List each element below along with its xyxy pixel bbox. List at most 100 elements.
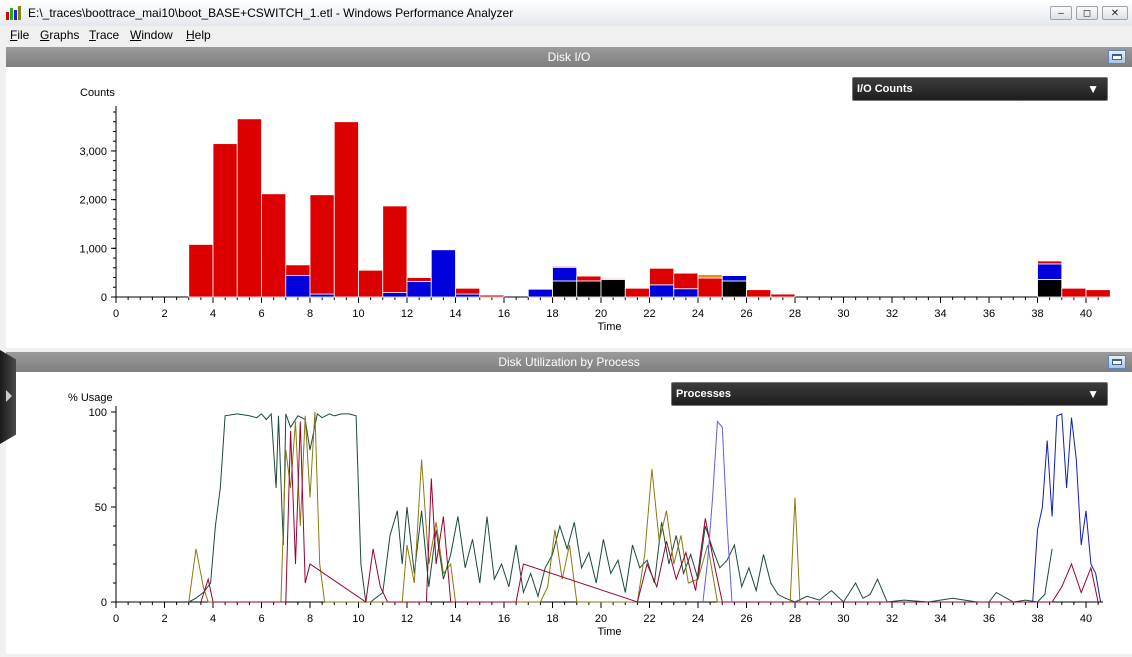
menu-window[interactable]: Window — [130, 28, 173, 42]
x-tick-label: 24 — [692, 308, 704, 320]
x-tick-label: 22 — [643, 613, 655, 625]
x-tick-label: 32 — [886, 613, 898, 625]
io-counts-dropdown[interactable]: I/O Counts ▼ — [852, 77, 1108, 101]
x-tick-label: 30 — [837, 613, 849, 625]
x-tick-label: 16 — [498, 613, 510, 625]
window-title: E:\_traces\boottrace_mai10\boot_BASE+CSW… — [28, 6, 514, 20]
disk-util-title: Disk Utilization by Process — [498, 355, 640, 369]
maximize-panel-icon[interactable] — [1108, 355, 1126, 369]
bar — [188, 244, 214, 298]
bar — [697, 274, 723, 279]
bar — [721, 280, 747, 298]
bar — [236, 118, 262, 298]
side-panel-toggle[interactable] — [0, 350, 16, 444]
y-tick-label: 1,000 — [79, 243, 107, 255]
bar — [285, 264, 311, 276]
y-tick-label: 0 — [101, 597, 107, 609]
bar — [406, 281, 432, 298]
bar — [746, 289, 772, 298]
bar — [552, 280, 578, 298]
x-tick-label: 12 — [401, 613, 413, 625]
x-tick-label: 28 — [789, 613, 801, 625]
bar — [673, 288, 699, 298]
bar — [673, 272, 699, 290]
x-tick-label: 26 — [740, 308, 752, 320]
x-tick-label: 38 — [1031, 308, 1043, 320]
x-tick-label: 6 — [258, 613, 264, 625]
disk-util-panel-header: Disk Utilization by Process — [6, 352, 1132, 372]
disk-io-panel: 0 1,000 2,000 3,000 0 2 4 6 8 10 12 14 16 18 20 22 24 26 2… — [6, 67, 1132, 348]
x-tick-label: 22 — [643, 308, 655, 320]
bar — [455, 287, 481, 295]
x-tick-label: 0 — [113, 613, 119, 625]
disk-io-panel-header: Disk I/O — [6, 47, 1132, 67]
bar — [600, 278, 626, 280]
y-axis-label: Counts — [80, 87, 115, 99]
x-tick-label: 36 — [983, 308, 995, 320]
x-tick-label: 16 — [498, 308, 510, 320]
bar — [1061, 287, 1087, 298]
x-axis-label: Time — [597, 626, 621, 638]
bar — [382, 292, 408, 298]
menu-graphs[interactable]: Graphs — [40, 28, 79, 42]
x-tick-label: 14 — [449, 308, 461, 320]
x-tick-label: 30 — [837, 308, 849, 320]
title-bar[interactable]: E:\_traces\boottrace_mai10\boot_BASE+CSW… — [0, 0, 1132, 27]
bar — [649, 284, 675, 298]
x-tick-label: 14 — [449, 613, 461, 625]
x-tick-label: 34 — [934, 613, 946, 625]
series-line — [702, 420, 733, 603]
bar — [576, 275, 602, 282]
bar — [285, 275, 311, 298]
x-tick-label: 34 — [934, 308, 946, 320]
x-tick-label: 20 — [595, 613, 607, 625]
series-line — [200, 421, 1099, 603]
y-tick-label: 0 — [101, 292, 107, 304]
bar — [1037, 263, 1063, 280]
bar — [358, 269, 384, 298]
x-tick-label: 40 — [1080, 308, 1092, 320]
menu-help[interactable]: Help — [186, 28, 211, 42]
y-tick-label: 50 — [95, 502, 107, 514]
x-tick-label: 32 — [886, 308, 898, 320]
expand-arrow-icon — [6, 390, 12, 402]
menu-trace[interactable]: Trace — [89, 28, 119, 42]
x-tick-label: 24 — [692, 613, 704, 625]
x-tick-label: 4 — [210, 308, 216, 320]
x-tick-label: 18 — [546, 613, 558, 625]
x-axis-label: Time — [597, 321, 621, 333]
x-tick-label: 8 — [307, 613, 313, 625]
bar — [624, 287, 650, 298]
minimize-button[interactable]: ‒ — [1050, 6, 1072, 20]
bar — [309, 293, 335, 298]
disk-io-chart: 01,0002,0003,0000 2 4 6 8 10 12 14 16 18 20 22 24 26 2… — [79, 87, 1111, 333]
bar — [261, 193, 287, 298]
processes-dropdown[interactable]: Processes ▼ — [671, 382, 1108, 406]
x-tick-label: 2 — [161, 308, 167, 320]
close-button[interactable]: ✕ — [1102, 6, 1128, 20]
bar — [455, 293, 481, 298]
restore-button[interactable]: ◻ — [1076, 6, 1098, 20]
bar — [697, 277, 723, 298]
x-tick-label: 20 — [595, 308, 607, 320]
bar — [479, 294, 505, 298]
series-line — [1032, 413, 1102, 603]
bar — [382, 205, 408, 294]
disk-util-chart: 0501000 2 4 6 8 10 12 14 16 18 20 22 24 26 28 30 32 34 36 3… — [68, 392, 1103, 638]
disk-io-title: Disk I/O — [547, 50, 591, 64]
y-axis-label: % Usage — [68, 392, 113, 404]
menu-file[interactable]: File — [10, 28, 29, 42]
disk-util-panel: 0 50 100 0 2 4 6 8 10 12 14 16 18 20 22 24 26 28 30 32 34 36 3… — [6, 372, 1132, 654]
bar — [770, 293, 796, 298]
bar — [1037, 279, 1063, 298]
maximize-panel-icon[interactable] — [1108, 50, 1126, 64]
bar — [430, 249, 456, 298]
x-tick-label: 6 — [258, 308, 264, 320]
series-line — [370, 506, 1053, 603]
dropdown-arrow-icon: ▼ — [1087, 82, 1099, 96]
x-tick-label: 4 — [210, 613, 216, 625]
bar — [1085, 289, 1111, 298]
menu-bar: File Graphs Trace Window Help — [0, 26, 1132, 46]
bar — [600, 279, 626, 298]
y-tick-label: 100 — [89, 407, 107, 419]
